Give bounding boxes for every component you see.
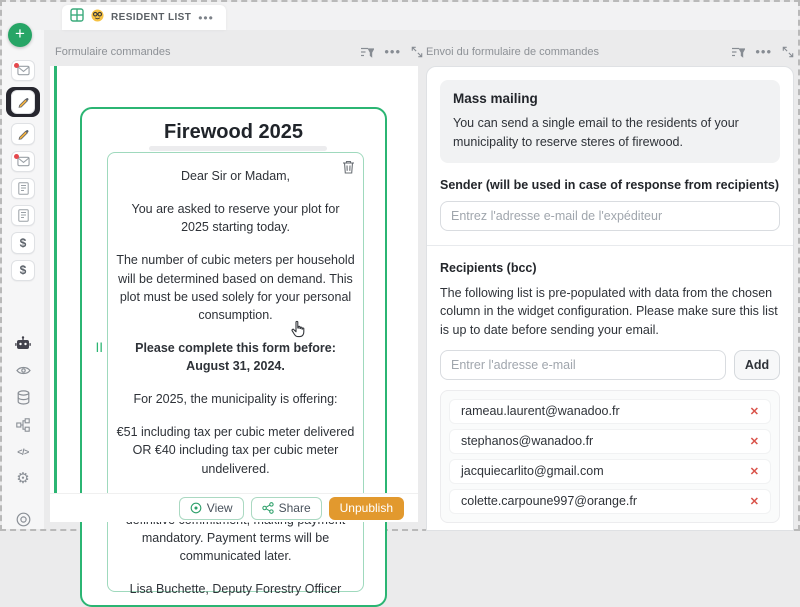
recipient-email-input[interactable] <box>440 350 726 380</box>
letter-block[interactable]: Dear Sir or Madam, You are asked to rese… <box>107 152 364 592</box>
eye-icon[interactable] <box>14 362 32 380</box>
recipient-list: rameau.laurent@wanadoo.fr ✕ stephanos@wa… <box>440 390 780 523</box>
left-panel-header: Formulaire commandes ••• <box>55 42 423 62</box>
robot-icon[interactable] <box>14 335 32 353</box>
mass-mailing-title: Mass mailing <box>453 91 767 106</box>
remove-recipient-icon[interactable]: ✕ <box>750 495 759 508</box>
add-tab-button[interactable]: + <box>8 23 32 47</box>
code-icon[interactable]: </> <box>14 443 32 461</box>
sender-label: Sender (will be used in case of response… <box>440 178 780 192</box>
mass-mailing-panel: Mass mailing You can send a single email… <box>426 66 794 531</box>
widget-sidebar: $ $ <box>2 30 44 529</box>
sidebar-item-active[interactable] <box>6 87 40 117</box>
trash-icon[interactable] <box>342 160 355 179</box>
letter-paragraph: You are asked to reserve your plot for 2… <box>116 200 355 236</box>
left-panel-title: Formulaire commandes <box>55 46 171 58</box>
letter-paragraph: The number of cubic meters per household… <box>116 251 355 324</box>
sender-email-input[interactable] <box>440 201 780 231</box>
add-recipient-row: Add <box>440 350 780 380</box>
tab-resident-list[interactable]: RESIDENT LIST ••• <box>62 5 226 30</box>
recipient-email: rameau.laurent@wanadoo.fr <box>461 404 620 418</box>
add-recipient-button[interactable]: Add <box>734 350 780 380</box>
drag-handle[interactable]: || <box>96 341 104 356</box>
remove-recipient-icon[interactable]: ✕ <box>750 405 759 418</box>
form-preview-panel: Firewood 2025 Dear Sir or Madam, You are… <box>50 66 418 522</box>
recipient-email: jacquiecarlito@gmail.com <box>461 464 604 478</box>
record-target-icon[interactable] <box>14 511 32 529</box>
payment-icon[interactable]: $ <box>11 260 35 281</box>
letter-paragraph: €51 including tax per cubic meter delive… <box>116 423 355 477</box>
tab-menu-icon[interactable]: ••• <box>198 11 214 25</box>
mass-mailing-intro: Mass mailing You can send a single email… <box>440 80 780 163</box>
mail-notification-icon[interactable] <box>11 151 35 172</box>
payment-icon[interactable]: $ <box>11 232 35 253</box>
app-window: { "topbar": { "tab_label": "RESIDENT LIS… <box>0 0 800 531</box>
pencil-icon[interactable] <box>11 90 35 114</box>
collapsed-field-bar <box>149 146 327 151</box>
mail-notification-icon[interactable] <box>11 60 35 81</box>
tab-emoji-icon <box>91 9 104 27</box>
letter-paragraph: For 2025, the municipality is offering: <box>116 390 355 408</box>
remove-recipient-icon[interactable]: ✕ <box>750 465 759 478</box>
tab-label: RESIDENT LIST <box>111 12 191 23</box>
expand-icon[interactable] <box>782 46 794 58</box>
recipient-email: colette.carpoune997@orange.fr <box>461 494 637 508</box>
accent-line <box>54 66 57 522</box>
letter-paragraph: Dear Sir or Madam, <box>116 167 355 185</box>
letter-signature: Lisa Buchette, Deputy Forestry Officer <box>116 580 355 598</box>
filter-sort-icon[interactable] <box>360 47 374 58</box>
pencil-icon[interactable] <box>11 123 35 144</box>
share-button[interactable]: Share <box>251 497 322 520</box>
recipient-email: stephanos@wanadoo.fr <box>461 434 593 448</box>
recipients-label: Recipients (bcc) <box>440 261 780 275</box>
workflow-icon[interactable] <box>14 416 32 434</box>
form-document-icon[interactable] <box>11 178 35 199</box>
notification-dot <box>14 154 19 159</box>
view-button[interactable]: View <box>179 497 244 520</box>
recipient-row: colette.carpoune997@orange.fr ✕ <box>449 489 771 514</box>
expand-icon[interactable] <box>411 46 423 58</box>
mass-mailing-description: You can send a single email to the resid… <box>453 114 767 152</box>
notification-dot <box>14 63 19 68</box>
topbar: RESIDENT LIST ••• <box>2 2 798 30</box>
table-grid-icon <box>70 8 84 27</box>
form-title: Firewood 2025 <box>82 121 385 144</box>
recipient-row: jacquiecarlito@gmail.com ✕ <box>449 459 771 484</box>
share-nodes-icon <box>262 502 274 514</box>
unpublish-button[interactable]: Unpublish <box>329 497 404 520</box>
remove-recipient-icon[interactable]: ✕ <box>750 435 759 448</box>
view-eye-icon <box>190 502 202 514</box>
divider <box>427 245 793 246</box>
form-document-icon[interactable] <box>11 205 35 226</box>
recipient-row: stephanos@wanadoo.fr ✕ <box>449 429 771 454</box>
form-action-bar: View Share Unpublish <box>50 493 418 522</box>
letter-paragraph-deadline: || Please complete this form before: Aug… <box>116 339 355 375</box>
published-form: Firewood 2025 Dear Sir or Madam, You are… <box>80 107 387 607</box>
panel-menu-icon[interactable]: ••• <box>755 49 772 54</box>
sidebar-tools: </> ⚙ <box>14 335 32 529</box>
settings-gear-icon[interactable]: ⚙ <box>14 470 32 488</box>
right-panel-title: Envoi du formulaire de commandes <box>426 46 599 58</box>
filter-sort-icon[interactable] <box>731 47 745 58</box>
right-panel-header: Envoi du formulaire de commandes ••• <box>426 42 794 62</box>
database-icon[interactable] <box>14 389 32 407</box>
recipient-row: rameau.laurent@wanadoo.fr ✕ <box>449 399 771 424</box>
panel-menu-icon[interactable]: ••• <box>384 49 401 54</box>
recipients-description: The following list is pre-populated with… <box>440 284 780 340</box>
